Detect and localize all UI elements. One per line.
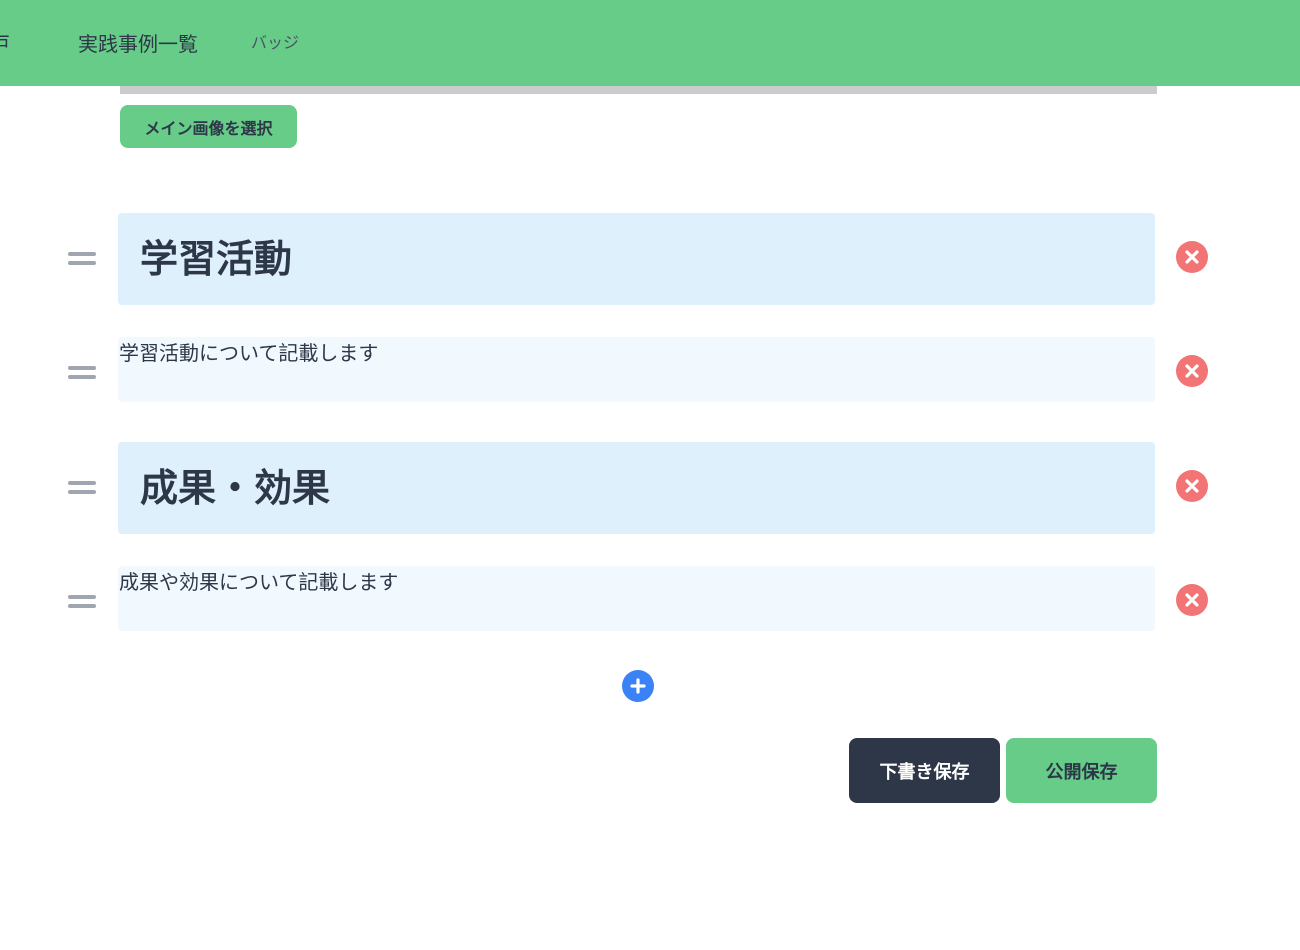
save-draft-button[interactable]: 下書き保存 [849, 738, 1000, 803]
nav-item-case-list[interactable]: 実践事例一覧 [78, 30, 198, 58]
drag-handle-icon[interactable] [68, 252, 96, 266]
select-main-image-button[interactable]: メイン画像を選択 [120, 105, 297, 148]
drag-handle-icon[interactable] [68, 481, 96, 495]
publish-save-button[interactable]: 公開保存 [1006, 738, 1157, 803]
drag-handle-icon[interactable] [68, 366, 96, 380]
nav-item-badges[interactable]: バッジ [251, 32, 299, 54]
drag-handle-icon[interactable] [68, 595, 96, 609]
add-block-plus-icon[interactable] [622, 670, 654, 702]
delete-block-close-icon[interactable] [1176, 584, 1208, 616]
delete-block-close-icon[interactable] [1176, 355, 1208, 387]
paragraph-block-input[interactable]: 学習活動について記載します [118, 337, 1155, 402]
paragraph-block-input[interactable]: 成果や効果について記載します [118, 566, 1155, 631]
delete-block-close-icon[interactable] [1176, 470, 1208, 502]
delete-block-close-icon[interactable] [1176, 241, 1208, 273]
main-image-preview [120, 86, 1157, 94]
heading-block-input[interactable]: 成果・効果 [118, 442, 1155, 534]
heading-block-input[interactable]: 学習活動 [118, 213, 1155, 305]
top-navbar: 戸 実践事例一覧 バッジ [0, 0, 1300, 86]
nav-item-partial[interactable]: 戸 [0, 30, 10, 58]
